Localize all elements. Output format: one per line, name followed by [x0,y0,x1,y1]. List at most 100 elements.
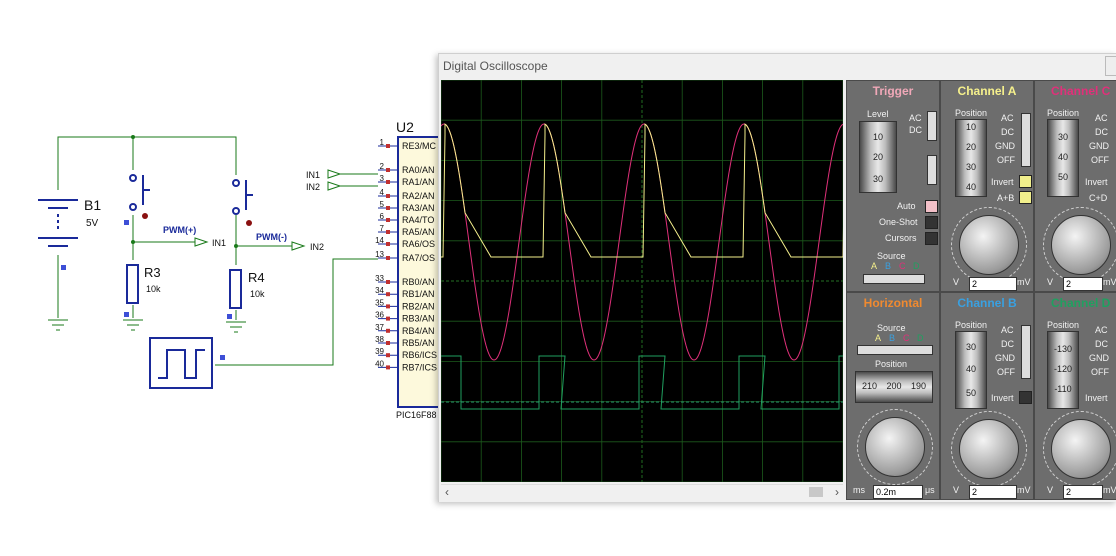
channel-d-position-label: Position [1047,320,1080,330]
channel-b-gnd-label: GND [995,353,1015,363]
position-tick: 20 [965,142,976,152]
channel-c-gnd-label: GND [1089,141,1109,151]
terminal-in2-right: IN2 [306,182,320,192]
chip-pin-marker [386,328,390,333]
oscilloscope-window[interactable]: Digital Oscilloscope ‹ › Trigger Level 1… [438,53,1116,502]
trigger-level-drum[interactable]: 10 20 30 [859,121,897,193]
channel-d-position-drum[interactable]: -130 -120 -110 [1047,331,1079,409]
trigger-oneshot-label: One-Shot [879,217,918,227]
chip-pin-marker [386,304,390,309]
window-edge-button[interactable] [1105,56,1116,76]
horizontal-time-value[interactable]: 0.2m [873,485,923,499]
channel-d-volts-knob[interactable] [1051,419,1111,479]
chip-pin-number: 2 [380,162,385,171]
horizontal-unit-left: ms [853,485,865,495]
chip-pin-number: 6 [380,212,385,221]
chip-pin-number: 5 [380,200,385,209]
chip-pin-marker [386,194,390,198]
trigger-source-slider[interactable] [863,274,925,284]
scroll-right-icon[interactable]: › [835,485,839,499]
channel-b-mode-switch[interactable] [1021,325,1031,379]
channel-b-position-drum[interactable]: 30 40 50 [955,331,987,409]
scroll-left-icon[interactable]: ‹ [445,485,449,499]
chip-pin-name: RB1/AN [402,289,435,299]
channel-a-panel: Channel A Position 10 20 30 40 AC DC GND… [940,80,1034,292]
trigger-cursors-button[interactable] [925,232,938,245]
level-tick: 10 [872,132,883,142]
channel-d-dc-label: DC [1095,339,1108,349]
position-tick: 30 [965,342,976,352]
channel-d-panel: Channel D Position -130 -120 -110 AC DC … [1034,292,1116,500]
channel-a-volts-knob[interactable] [959,215,1019,275]
channel-c-position-drum[interactable]: 30 40 50 [1047,119,1079,197]
channel-b-title: Channel B [957,296,1017,310]
trigger-auto-label: Auto [897,201,916,211]
trigger-ac-label: AC [909,113,922,123]
chip-pin-marker [386,280,390,284]
scope-display [441,80,843,482]
position-tick: 40 [1057,152,1068,162]
trigger-source-d: D [913,261,920,271]
channel-c-dc-label: DC [1095,127,1108,137]
chip-pin-number: 14 [375,236,384,245]
channel-a-mode-switch[interactable] [1021,113,1031,167]
position-tick: 30 [1057,132,1068,142]
channel-a-off-label: OFF [997,155,1015,165]
chip-pin-marker [386,316,390,321]
channel-c-unit-right: mV [1103,277,1116,287]
trigger-auto-button[interactable] [925,200,938,213]
channel-a-position-drum[interactable]: 10 20 30 40 [955,119,987,197]
trigger-oneshot-button[interactable] [925,216,938,229]
trigger-source-c: C [899,261,906,271]
channel-c-volts-value[interactable]: 2 [1063,277,1103,291]
channel-a-volts-value[interactable]: 2 [969,277,1017,291]
channel-c-position-label: Position [1047,108,1080,118]
channel-b-invert-button[interactable] [1019,391,1032,404]
chip-pin-marker [386,230,390,234]
channel-d-off-label: OFF [1091,367,1109,377]
chip-pin-number: 13 [375,250,384,259]
battery-value: 5V [86,218,99,229]
scroll-thumb[interactable] [809,487,823,497]
window-title: Digital Oscilloscope [443,59,548,73]
channel-a-position-label: Position [955,108,988,118]
horizontal-scrollbar[interactable]: ‹ › [441,484,843,499]
channel-b-volts-knob[interactable] [959,419,1019,479]
position-tick: 50 [965,388,976,398]
chip-pin-name: RA7/OS [402,253,435,263]
channel-c-invert-label: Invert [1085,177,1108,187]
channel-c-ac-label: AC [1095,113,1108,123]
trigger-coupling-switch[interactable] [927,111,937,141]
horizontal-position-drum[interactable]: 210 200 190 [855,371,933,403]
level-tick: 20 [872,152,883,162]
channel-a-combine-button[interactable] [1019,191,1032,204]
channel-b-invert-label: Invert [991,393,1014,403]
chip-ref: U2 [396,119,414,135]
channel-b-unit-left: V [953,485,960,495]
chip-pin-marker [386,242,390,246]
channel-a-invert-button[interactable] [1019,175,1032,188]
chip-pin-marker [386,256,390,260]
chip-pin-name: RB6/ICS [402,350,437,360]
channel-d-volts-value[interactable]: 2 [1063,485,1103,499]
chip-pins: 1 RE3/MC 2 RA0/AN 3 RA1/AN 4 RA2/AN 5 RA3/AN 6 RA4/… [375,138,437,372]
horizontal-time-knob[interactable] [865,417,925,477]
position-tick: 190 [910,381,926,391]
wire-label-pwm-plus: PWM(+) [163,225,196,235]
channel-c-off-label: OFF [1091,155,1109,165]
channel-a-gnd-label: GND [995,141,1015,151]
horizontal-source-slider[interactable] [857,345,933,355]
chip-pin-number: 40 [375,359,384,368]
channel-b-volts-value[interactable]: 2 [969,485,1017,499]
resistor-r3-ref: R3 [144,265,161,280]
chip-pin-marker [386,180,390,184]
chip-pin-name: RB0/AN [402,277,435,287]
channel-d-gnd-label: GND [1089,353,1109,363]
trigger-edge-switch[interactable] [927,155,937,185]
channel-c-volts-knob[interactable] [1051,215,1111,275]
horizontal-unit-right: μs [925,485,935,495]
channel-d-title: Channel D [1051,296,1111,310]
channel-c-combine-label: C+D [1089,193,1108,203]
scope-grid [441,80,843,482]
chip-pin-name: RA1/AN [402,177,435,187]
